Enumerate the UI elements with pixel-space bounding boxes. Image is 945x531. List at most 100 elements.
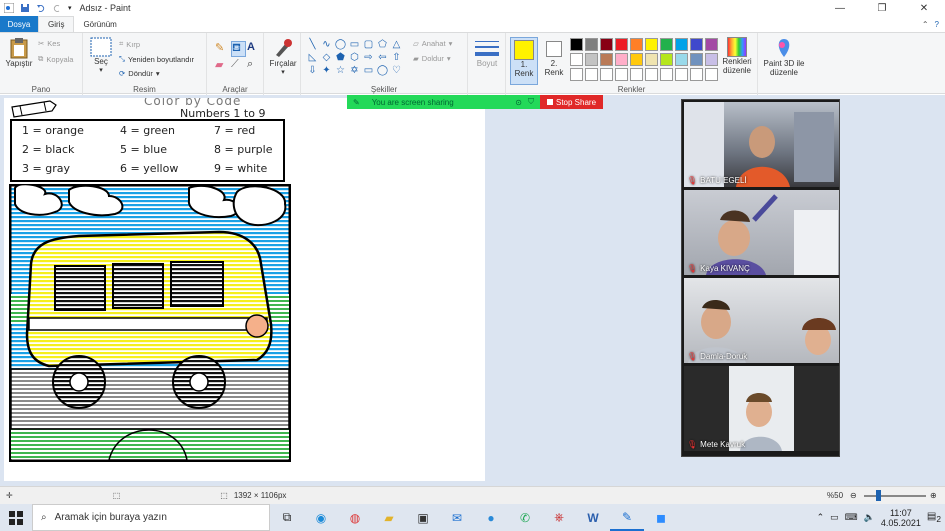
close-button[interactable]: ✕ bbox=[903, 0, 945, 16]
cut-button[interactable]: ✂ Kes bbox=[38, 39, 60, 48]
size-button[interactable]: Boyut bbox=[473, 39, 501, 68]
zoom-app-icon[interactable]: ◼ bbox=[644, 504, 678, 531]
pentagon-shape-icon[interactable]: ⬟ bbox=[334, 51, 347, 63]
color-swatch[interactable] bbox=[585, 53, 598, 66]
color-swatch[interactable] bbox=[705, 53, 718, 66]
fill-bucket-icon[interactable]: ⛾ bbox=[231, 41, 246, 57]
word-icon[interactable]: W bbox=[576, 504, 610, 531]
color-swatch[interactable] bbox=[645, 53, 658, 66]
pencil-icon[interactable]: ✎ bbox=[215, 41, 230, 57]
brushes-dropdown-icon[interactable]: ▾ bbox=[281, 68, 285, 76]
color-swatch[interactable] bbox=[675, 53, 688, 66]
participant-tile[interactable]: 🎙 Damla-Doruk bbox=[684, 278, 839, 363]
rectangle-shape-icon[interactable]: ▭ bbox=[348, 38, 361, 50]
empty-color-swatch[interactable] bbox=[645, 68, 658, 81]
color-swatch[interactable] bbox=[660, 38, 673, 51]
color-swatch[interactable] bbox=[690, 53, 703, 66]
empty-color-swatch[interactable] bbox=[705, 68, 718, 81]
acrobat-icon[interactable]: ⎈ bbox=[542, 504, 576, 531]
minimize-button[interactable]: — bbox=[819, 0, 861, 16]
maximize-button[interactable]: ❐ bbox=[861, 0, 903, 16]
store-icon[interactable]: ▣ bbox=[406, 504, 440, 531]
color-swatch[interactable] bbox=[630, 53, 643, 66]
rounded-rect-shape-icon[interactable]: ▢ bbox=[362, 38, 375, 50]
network-icon[interactable]: ⌨ bbox=[845, 512, 858, 523]
share-drag-icon[interactable]: ✎ bbox=[353, 98, 360, 107]
redo-icon[interactable] bbox=[52, 3, 62, 13]
heart-shape-icon[interactable]: ♡ bbox=[390, 64, 403, 76]
zoom-out-button[interactable]: ⊖ bbox=[850, 491, 857, 500]
brushes-button[interactable]: Fırçalar ▾ bbox=[267, 37, 299, 76]
copy-button[interactable]: ⧉ Kopyala bbox=[38, 54, 73, 64]
color-swatch[interactable] bbox=[570, 38, 583, 51]
hexagon-shape-icon[interactable]: ⬡ bbox=[348, 51, 361, 63]
color2-button[interactable]: 2. Renk bbox=[541, 37, 567, 77]
polygon-shape-icon[interactable]: ⬠ bbox=[376, 38, 389, 50]
paste-button[interactable]: Yapıştır bbox=[4, 37, 34, 68]
file-menu[interactable]: Dosya bbox=[0, 16, 38, 32]
chrome-icon[interactable]: ◍ bbox=[338, 504, 372, 531]
stop-share-button[interactable]: Stop Share bbox=[540, 95, 603, 109]
color-swatch[interactable] bbox=[690, 38, 703, 51]
fill-button[interactable]: ▰ Doldur ▾ bbox=[413, 54, 451, 63]
arrow-up-shape-icon[interactable]: ⇧ bbox=[390, 51, 403, 63]
notifications-icon[interactable]: ▤2 bbox=[927, 511, 941, 524]
collapse-ribbon-icon[interactable]: ⌃ bbox=[922, 20, 929, 29]
task-view-icon[interactable]: ⧉ bbox=[270, 504, 304, 531]
participant-tile[interactable]: 🎙 Mete Kavruk bbox=[684, 366, 839, 451]
zoom-in-button[interactable]: ⊕ bbox=[930, 491, 937, 500]
select-button[interactable]: Seç ▾ bbox=[87, 37, 115, 74]
star4-shape-icon[interactable]: ✦ bbox=[320, 64, 333, 76]
zoom-slider-thumb[interactable] bbox=[876, 490, 881, 501]
rotate-button[interactable]: ⟳ Döndür ▾ bbox=[119, 69, 160, 78]
resize-button[interactable]: ⤡ Yeniden boyutlandır bbox=[119, 54, 194, 64]
eba-icon[interactable]: ● bbox=[474, 504, 508, 531]
tab-view[interactable]: Görünüm bbox=[74, 16, 125, 32]
outline-button[interactable]: ▱ Anahat ▾ bbox=[413, 39, 452, 48]
quick-access-dropdown-icon[interactable]: ▾ bbox=[68, 4, 72, 12]
help-icon[interactable]: ? bbox=[935, 20, 939, 29]
arrow-right-shape-icon[interactable]: ⇨ bbox=[362, 51, 375, 63]
callout-rect-shape-icon[interactable]: ▭ bbox=[362, 64, 375, 76]
star6-shape-icon[interactable]: ✡ bbox=[348, 64, 361, 76]
color-swatch[interactable] bbox=[600, 38, 613, 51]
triangle-shape-icon[interactable]: △ bbox=[390, 38, 403, 50]
empty-color-swatch[interactable] bbox=[570, 68, 583, 81]
color-swatch[interactable] bbox=[705, 38, 718, 51]
color-swatch[interactable] bbox=[675, 38, 688, 51]
empty-color-swatch[interactable] bbox=[585, 68, 598, 81]
paint-taskbar-icon[interactable]: ✎ bbox=[610, 504, 644, 531]
empty-color-swatch[interactable] bbox=[675, 68, 688, 81]
edge-icon[interactable]: ◉ bbox=[304, 504, 338, 531]
participant-tile[interactable]: 🎙 BATU EGELİ bbox=[684, 102, 839, 187]
curve-shape-icon[interactable]: ∿ bbox=[320, 38, 333, 50]
color-picker-icon[interactable]: ⟋ bbox=[231, 58, 246, 74]
volume-icon[interactable]: 🔈 bbox=[864, 512, 875, 523]
magnifier-icon[interactable]: ⌕ bbox=[247, 58, 262, 74]
tab-home[interactable]: Giriş bbox=[38, 16, 75, 32]
color-swatch[interactable] bbox=[630, 38, 643, 51]
callout-oval-shape-icon[interactable]: ◯ bbox=[376, 64, 389, 76]
edit-colors-button[interactable]: Renkleri düzenle bbox=[720, 37, 754, 75]
color-swatch[interactable] bbox=[645, 38, 658, 51]
empty-color-swatch[interactable] bbox=[615, 68, 628, 81]
share-pause-icon[interactable]: ⊙ bbox=[515, 98, 522, 107]
shapes-gallery[interactable]: ╲ ∿ ◯ ▭ ▢ ⬠ △ ◺ ◇ ⬟ ⬡ ⇨ ⇦ ⇧ ⇩ ✦ ☆ ✡ ▭ ◯ … bbox=[306, 38, 403, 76]
file-explorer-icon[interactable]: ▰ bbox=[372, 504, 406, 531]
color-swatch[interactable] bbox=[570, 53, 583, 66]
star5-shape-icon[interactable]: ☆ bbox=[334, 64, 347, 76]
arrow-down-shape-icon[interactable]: ⇩ bbox=[306, 64, 319, 76]
empty-color-swatch[interactable] bbox=[600, 68, 613, 81]
show-hidden-icons-icon[interactable]: ⌃ bbox=[817, 512, 825, 523]
camera-icon[interactable]: ▭ bbox=[830, 512, 839, 523]
color-swatch[interactable] bbox=[615, 38, 628, 51]
paint3d-button[interactable]: Paint 3D ile düzenle bbox=[761, 37, 807, 77]
eraser-icon[interactable]: ▰ bbox=[215, 58, 230, 74]
crop-button[interactable]: ⌗ Kırp bbox=[119, 39, 140, 49]
drawing-canvas[interactable]: Color by Code Numbers 1 to 9 1 = orange 4… bbox=[4, 98, 485, 481]
undo-icon[interactable] bbox=[36, 3, 46, 13]
mail-icon[interactable]: ✉ bbox=[440, 504, 474, 531]
save-icon[interactable] bbox=[20, 3, 30, 13]
participant-tile[interactable]: 🎙 Kaya KIVANÇ bbox=[684, 190, 839, 275]
color1-button[interactable]: 1. Renk bbox=[510, 37, 538, 85]
